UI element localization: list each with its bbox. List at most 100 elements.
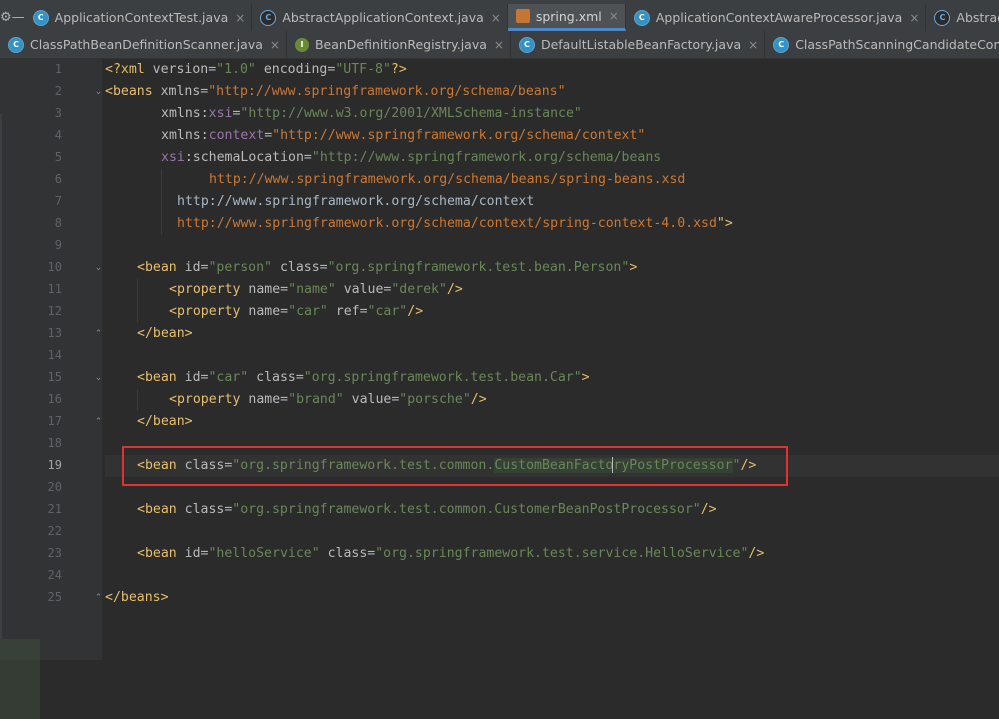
gear-icon[interactable]: ⚙ <box>0 4 12 31</box>
class-icon: C <box>32 9 49 26</box>
editor-tab[interactable]: C ApplicationContextAwareProcessor.java × <box>626 4 927 31</box>
tag-open: <bean <box>137 502 185 517</box>
ns-prefix: xmlns: <box>161 128 209 143</box>
attr-name: class <box>272 260 320 275</box>
editor-tab[interactable]: C DefaultListableBeanFactory.java × <box>511 31 766 58</box>
line-number: 18 <box>47 436 62 450</box>
tab-label: ClassPathScanningCandidateComponen <box>795 37 999 52</box>
close-icon[interactable]: × <box>748 38 758 52</box>
close-icon[interactable]: × <box>609 9 619 23</box>
code-line-13[interactable]: </bean> <box>137 323 193 345</box>
abstract-class-icon: C <box>934 9 951 26</box>
tag-open: <property <box>169 392 249 407</box>
fold-marker-icon[interactable]: ⌃ <box>94 418 103 427</box>
tag-close: > <box>629 260 638 275</box>
close-icon[interactable]: × <box>494 38 504 52</box>
attr-value: "http://www.springframework.org/schema/b… <box>208 84 566 99</box>
editor-tab[interactable]: C ApplicationContextTest.java × <box>25 4 253 31</box>
schema-url: http://www.springframework.org/schema/be… <box>209 172 686 187</box>
close-icon[interactable]: × <box>235 11 245 25</box>
line-number: 1 <box>54 62 62 76</box>
interface-icon: I <box>294 37 309 52</box>
line-number: 23 <box>47 546 62 560</box>
code-line-7[interactable]: http://www.springframework.org/schema/co… <box>177 191 534 213</box>
line-number: 5 <box>54 150 62 164</box>
tag-open: <property <box>169 304 249 319</box>
editor-tab[interactable]: C ClassPathScanningCandidateComponen <box>765 31 999 58</box>
fold-marker-icon[interactable]: ⌃ <box>94 330 103 339</box>
code-line-3[interactable]: xmlns:xsi="http://www.w3.org/2001/XMLSch… <box>161 103 582 125</box>
code-line-10[interactable]: <bean id="person" class="org.springframe… <box>137 257 637 279</box>
tag-close: </bean> <box>137 414 193 429</box>
line-number: 19 <box>47 458 62 472</box>
line-number: 10 <box>47 260 62 274</box>
attr-name: version <box>152 62 209 77</box>
attr-name: class <box>248 370 296 385</box>
code-line-25[interactable]: </beans> <box>105 587 169 609</box>
attr-value: "car" <box>288 304 328 319</box>
line-number: 13 <box>47 326 62 340</box>
tag-close: </beans> <box>105 590 169 605</box>
ns-name: context <box>208 128 265 143</box>
equals: = <box>280 282 289 297</box>
code-line-6[interactable]: http://www.springframework.org/schema/be… <box>209 169 685 191</box>
code-line-17[interactable]: </bean> <box>137 411 193 433</box>
attr-value: "http://www.w3.org/2001/XMLSchema-instan… <box>240 106 582 121</box>
close-icon[interactable]: × <box>491 11 501 25</box>
tab-label: ClassPathBeanDefinitionScanner.java <box>30 37 263 52</box>
code-line-2[interactable]: <beans xmlns="http://www.springframework… <box>105 81 566 103</box>
tag-close: "> <box>716 216 733 231</box>
line-number: 4 <box>54 128 62 142</box>
tab-label: DefaultListableBeanFactory.java <box>540 37 742 52</box>
minimize-icon[interactable]: — <box>12 4 25 31</box>
code-line-12[interactable]: <property name="car" ref="car"/> <box>169 301 423 323</box>
code-line-4[interactable]: xmlns:context="http://www.springframewor… <box>161 125 645 147</box>
equals: = <box>303 150 312 165</box>
fold-marker-icon[interactable]: ⌄ <box>94 264 103 273</box>
editor-tab[interactable]: C AbstractApplicationContext.java × <box>252 4 508 31</box>
code-line-11[interactable]: <property name="name" value="derek"/> <box>169 279 463 301</box>
close-icon[interactable]: × <box>909 11 919 25</box>
editor-tab[interactable]: C ClassPathBeanDefinitionScanner.java × <box>0 31 287 58</box>
code-line-5[interactable]: xsi:schemaLocation="http://www.springfra… <box>161 147 661 169</box>
attr-value: "person" <box>208 260 273 275</box>
code-editor[interactable]: <?xml version="1.0" encoding="UTF-8"?> <… <box>105 59 999 660</box>
attr-value: "derek" <box>391 282 447 297</box>
class-icon: C <box>773 36 790 53</box>
fold-marker-icon[interactable]: ⌄ <box>94 88 103 97</box>
code-line-15[interactable]: <bean id="car" class="org.springframewor… <box>137 367 590 389</box>
code-line-23[interactable]: <bean id="helloService" class="org.sprin… <box>137 543 764 565</box>
attr-value: "helloService" <box>208 546 320 561</box>
attr-name: xmlns <box>160 84 201 99</box>
tag-close: /> <box>470 392 487 407</box>
line-number: 20 <box>47 480 62 494</box>
attr-name: name <box>248 392 281 407</box>
equals: = <box>264 128 273 143</box>
editor-tab[interactable]: C AbstractRefresha <box>926 4 999 31</box>
indent-guide <box>161 169 162 235</box>
attr-value: "1.0" <box>216 62 256 77</box>
tag-close: /> <box>446 282 463 297</box>
fold-marker-icon[interactable]: ⌃ <box>94 594 103 603</box>
schema-url: http://www.springframework.org/schema/co… <box>177 194 535 209</box>
class-icon: C <box>518 36 535 53</box>
line-number: 7 <box>54 194 62 208</box>
attr-value: "http://www.springframework.org/schema/b… <box>311 150 662 165</box>
code-line-21[interactable]: <bean class="org.springframework.test.co… <box>137 499 717 521</box>
editor-tab-bar-row-2: C ClassPathBeanDefinitionScanner.java × I Be… <box>0 31 999 59</box>
schema-url: http://www.springframework.org/schema/co… <box>177 216 717 231</box>
code-line-16[interactable]: <property name="brand" value="porsche"/> <box>169 389 487 411</box>
attr-value: "porsche" <box>399 392 471 407</box>
code-line-8[interactable]: http://www.springframework.org/schema/co… <box>177 213 733 235</box>
attr-value: "car" <box>367 304 408 319</box>
tag-open: <bean <box>137 546 185 561</box>
line-number-gutter[interactable]: 1 2 3 4 5 6 7 8 9 10 11 12 13 14 15 16 17 18 19 20 21 22 23 24 2… <box>40 59 102 660</box>
editor-tab[interactable]: I BeanDefinitionRegistry.java × <box>287 31 511 58</box>
attr-name: value <box>343 392 392 407</box>
fold-marker-icon[interactable]: ⌄ <box>94 374 103 383</box>
close-icon[interactable]: × <box>270 38 280 52</box>
editor-tab[interactable]: spring.xml × <box>507 4 626 31</box>
xml-file-icon <box>515 9 530 23</box>
code-line-1[interactable]: <?xml version="1.0" encoding="UTF-8"?> <box>105 59 407 81</box>
